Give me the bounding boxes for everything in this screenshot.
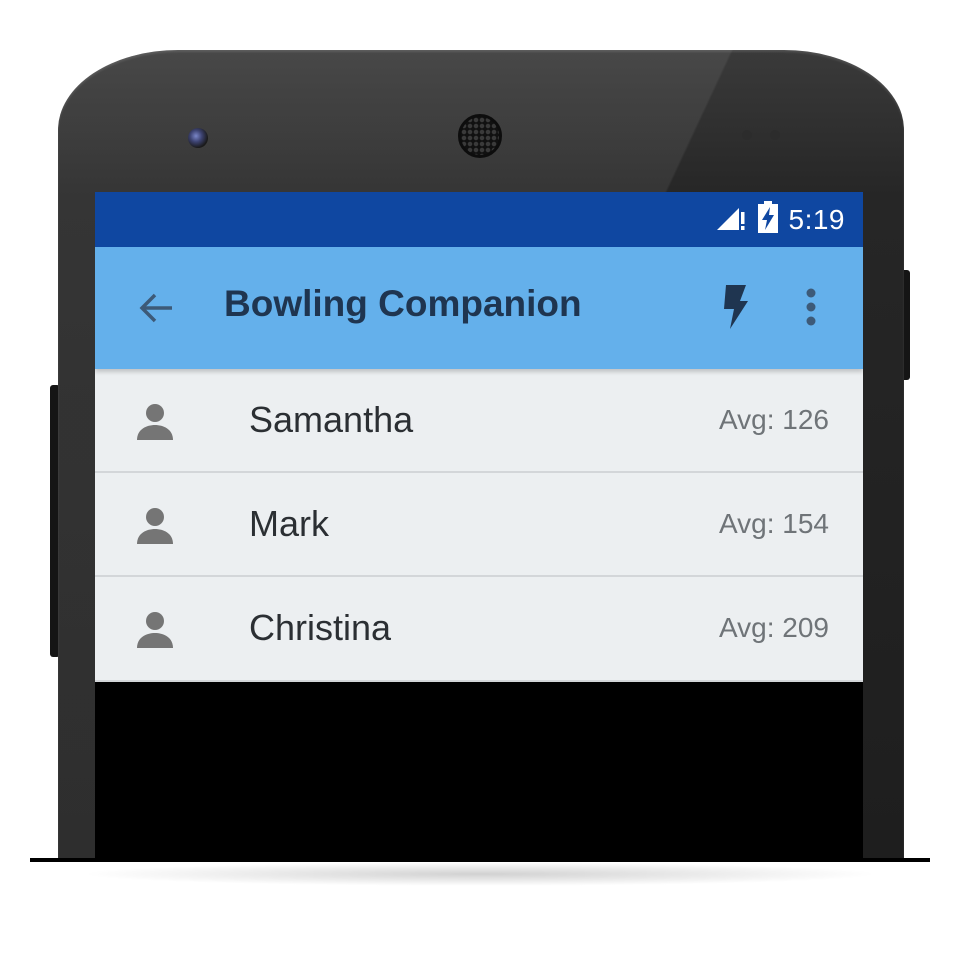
flash-button[interactable]	[715, 277, 755, 337]
app-title: Bowling Companion	[224, 283, 582, 324]
player-name: Mark	[249, 503, 329, 544]
status-time: 5:19	[788, 203, 845, 235]
player-name: Samantha	[249, 399, 414, 440]
front-camera-icon	[188, 128, 208, 148]
app-bar: Bowling Companion	[95, 247, 863, 369]
proximity-sensor	[742, 130, 752, 140]
battery-charging-icon	[757, 200, 779, 239]
phone-screen: 5:19 Bowling Companion Samantha Avg: 126…	[95, 192, 863, 860]
player-name: Christina	[249, 607, 392, 648]
list-item[interactable]: Mark Avg: 154	[95, 473, 863, 577]
player-average: Avg: 209	[718, 612, 829, 643]
list-item[interactable]: Christina Avg: 209	[95, 577, 863, 682]
earpiece-speaker	[458, 114, 502, 158]
signal-alert-icon	[715, 202, 747, 237]
person-icon	[137, 404, 173, 440]
device-stage: 5:19 Bowling Companion Samantha Avg: 126…	[0, 0, 960, 960]
person-icon	[137, 612, 173, 648]
person-icon	[137, 508, 173, 544]
status-bar: 5:19	[95, 192, 863, 247]
light-sensor	[770, 130, 780, 140]
device-shadow	[80, 862, 880, 886]
more-options-button[interactable]	[795, 277, 827, 337]
player-average: Avg: 126	[718, 404, 829, 435]
more-vert-icon	[806, 288, 816, 326]
arrow-back-icon	[139, 293, 172, 323]
player-average: Avg: 154	[718, 508, 829, 539]
player-list: Samantha Avg: 126 Mark Avg: 154 Christin…	[95, 369, 863, 682]
back-button[interactable]	[133, 285, 179, 331]
flash-icon	[724, 285, 748, 329]
list-item[interactable]: Samantha Avg: 126	[95, 369, 863, 473]
